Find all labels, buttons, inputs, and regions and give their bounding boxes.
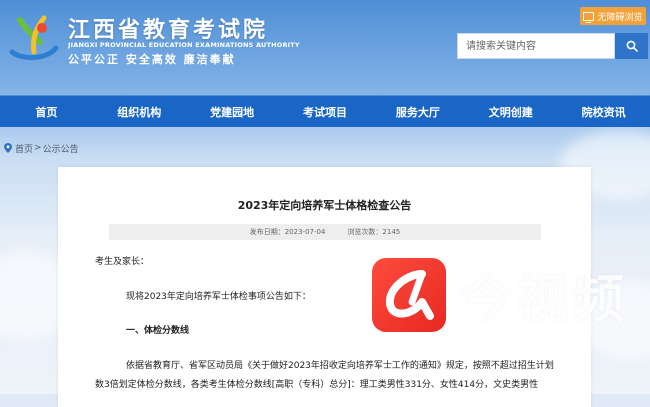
- publish-label: 发布日期：: [249, 228, 285, 236]
- site-title: 江西省教育考试院: [68, 18, 269, 43]
- breadcrumb: 首页 > 公示公告: [4, 141, 79, 155]
- breadcrumb-home-link[interactable]: 首页: [15, 142, 33, 155]
- search-box: [457, 33, 616, 59]
- views-count: 2145: [382, 228, 401, 236]
- publish-date: 2023-07-04: [284, 228, 326, 236]
- nav-item-exam-projects[interactable]: 考试项目: [279, 96, 372, 127]
- article-intro: 现将2023年定向培养军士体检事项公告如下：: [126, 292, 311, 302]
- watermark-logo-icon: [372, 258, 446, 332]
- breadcrumb-current[interactable]: 公示公告: [43, 142, 79, 155]
- search-icon: [626, 40, 638, 52]
- nav-item-organization[interactable]: 组织机构: [93, 96, 186, 127]
- main-nav: 首页 组织机构 党建园地 考试项目 服务大厅 文明创建 院校资讯: [0, 95, 650, 127]
- article-greeting: 考生及家长：: [95, 257, 150, 267]
- views-label: 浏览次数：: [347, 228, 383, 236]
- accessibility-label: 无障碍浏览: [597, 12, 643, 23]
- site-header: 江西省教育考试院 JIANGXI PROVINCIAL EDUCATION EX…: [0, 0, 650, 95]
- nav-item-college-news[interactable]: 院校资讯: [557, 96, 650, 127]
- article-meta: 发布日期： 2023-07-04 浏览次数： 2145: [109, 224, 541, 240]
- search-input[interactable]: [458, 34, 616, 59]
- nav-item-service-hall[interactable]: 服务大厅: [371, 96, 464, 127]
- article-title: 2023年定向培养军士体格检查公告: [237, 199, 412, 212]
- nav-item-home[interactable]: 首页: [0, 96, 93, 127]
- article-paragraph-line: 数3倍划定体检分数线，各类考生体检分数线[高职（专科）总分]：理工类男性331分…: [95, 380, 539, 390]
- location-pin-icon: [4, 143, 12, 153]
- section-heading: 一、体检分数线: [126, 326, 190, 336]
- site-logo-icon[interactable]: [6, 12, 62, 64]
- site-slogan: 公平公正 安全高效 廉洁奉献: [68, 53, 236, 66]
- monitor-icon: [583, 11, 595, 23]
- accessibility-button[interactable]: 无障碍浏览: [580, 7, 646, 25]
- site-title-english: JIANGXI PROVINCIAL EDUCATION EXAMINATION…: [68, 41, 300, 49]
- article-paragraph-line: 依据省教育厅、省军区动员局《关于做好2023年招收定向培养军士工作的通知》规定，…: [126, 361, 554, 371]
- nav-item-civilization[interactable]: 文明创建: [464, 96, 557, 127]
- watermark-text: 今视频: [460, 270, 629, 330]
- breadcrumb-separator: >: [34, 143, 42, 153]
- search-button[interactable]: [615, 33, 648, 59]
- nav-item-party-building[interactable]: 党建园地: [186, 96, 279, 127]
